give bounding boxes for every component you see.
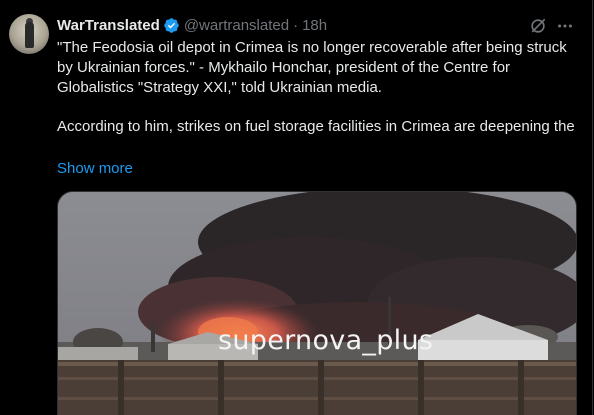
verified-badge-icon[interactable] (163, 17, 180, 34)
display-name[interactable]: WarTranslated (57, 17, 160, 34)
timeline-divider (592, 0, 593, 415)
grok-icon[interactable] (529, 17, 547, 35)
tweet[interactable]: WarTranslated @wartranslated · 18h "The … (0, 0, 594, 415)
tweet-text: "The Feodosia oil depot in Crimea is no … (57, 38, 577, 137)
handle[interactable]: @wartranslated (184, 17, 289, 34)
timestamp[interactable]: 18h (302, 17, 327, 34)
more-options-icon[interactable] (556, 17, 574, 35)
tweet-header: WarTranslated @wartranslated · 18h (57, 15, 327, 35)
avatar[interactable] (9, 14, 49, 54)
avatar-figure-body (25, 22, 34, 48)
tweet-paragraph-1: "The Feodosia oil depot in Crimea is no … (57, 39, 567, 96)
tweet-media[interactable]: supernova_plus (57, 191, 577, 415)
show-more-link[interactable]: Show more (57, 159, 133, 179)
media-photo (58, 192, 576, 415)
media-watermark: supernova_plus (218, 325, 434, 356)
separator-dot: · (293, 16, 299, 34)
tweet-paragraph-2: According to him, strikes on fuel storag… (57, 118, 575, 136)
